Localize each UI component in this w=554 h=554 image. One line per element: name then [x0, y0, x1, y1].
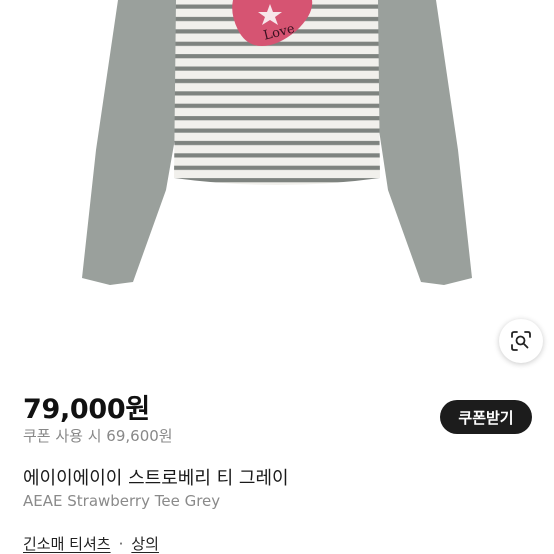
lens-search-button[interactable] [499, 319, 543, 363]
product-price: 79,000원 [23, 394, 150, 425]
left-sleeve [82, 0, 182, 285]
coupon-download-button[interactable]: 쿠폰받기 [440, 400, 532, 434]
category-link-long-sleeve-tee[interactable]: 긴소매 티셔츠 [23, 533, 111, 554]
product-title-english: AEAE Strawberry Tee Grey [23, 492, 221, 510]
category-breadcrumb: 긴소매 티셔츠 · 상의 [23, 533, 159, 554]
coupon-price-text: 쿠폰 사용 시 69,600원 [23, 427, 173, 445]
tshirt-illustration: Love [82, 0, 472, 285]
category-link-tops[interactable]: 상의 [131, 533, 159, 554]
product-image[interactable]: Love [0, 0, 554, 340]
right-sleeve [372, 0, 472, 285]
lens-search-icon [511, 331, 531, 351]
category-separator: · [118, 534, 124, 553]
product-title-korean: 에이이에이이 스트로베리 티 그레이 [23, 468, 289, 489]
